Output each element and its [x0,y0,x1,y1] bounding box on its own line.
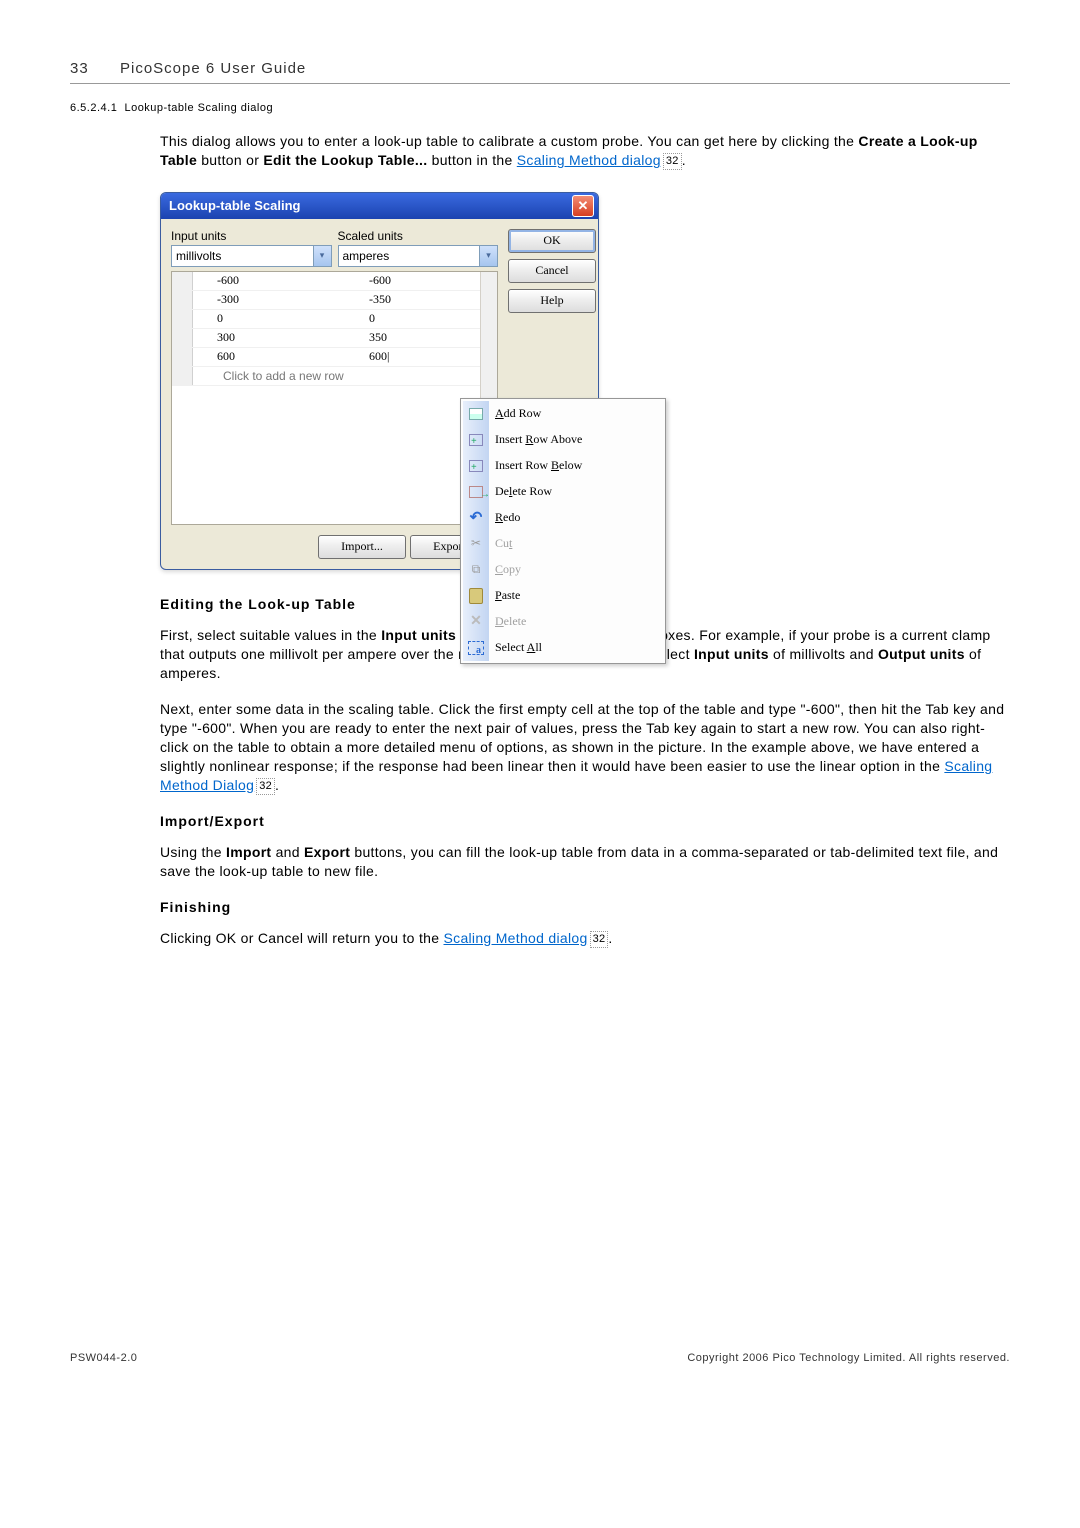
add-row-icon [468,406,484,422]
text-bold: Input units [381,627,456,643]
menu-delete-row[interactable]: Delete Row [463,479,663,505]
dialog-screenshot: Lookup-table Scaling ✕ Input units milli… [160,192,660,570]
heading-import-export: Import/Export [160,813,1010,829]
text: . [275,777,279,793]
text: Using the [160,844,226,860]
menu-cut: ✂Cut [463,531,663,557]
editing-paragraph-2: Next, enter some data in the scaling tab… [160,700,1010,794]
text: . [608,930,612,946]
page-footer: PSW044-2.0 Copyright 2006 Pico Technolog… [70,1352,1010,1364]
page-ref: 32 [256,778,275,795]
add-row-hint: Click to add a new row [193,367,344,385]
cell-in[interactable]: 0 [193,311,345,326]
text: This dialog allows you to enter a look-u… [160,133,858,149]
cell-in[interactable]: -600 [193,273,345,288]
cell-out[interactable]: -600 [345,273,497,288]
text: . [682,152,686,168]
page-ref: 32 [590,931,609,948]
cell-in[interactable]: 600 [193,349,345,364]
intro-paragraph: This dialog allows you to enter a look-u… [160,132,1010,170]
menu-insert-row-above[interactable]: Insert Row Above [463,427,663,453]
delete-row-icon [468,484,484,500]
scaling-method-link-3[interactable]: Scaling Method dialog [444,930,588,946]
menu-insert-row-below[interactable]: Insert Row Below [463,453,663,479]
finishing-paragraph: Clicking OK or Cancel will return you to… [160,929,1010,948]
select-all-icon [468,640,484,656]
table-row-add[interactable]: Click to add a new row [172,367,497,386]
text: button in the [427,152,516,168]
text-bold: Input units [694,646,769,662]
text-bold: Export [304,844,350,860]
menu-copy: ⧉Copy [463,557,663,583]
cancel-button[interactable]: Cancel [508,259,596,283]
dialog-title: Lookup-table Scaling [169,198,300,213]
text: Next, enter some data in the scaling tab… [160,701,1004,774]
page-header: 33 PicoScope 6 User Guide [70,60,1010,84]
text: and [271,844,304,860]
menu-select-all[interactable]: Select All [463,635,663,661]
section-number: 6.5.2.4.1 Lookup-table Scaling dialog [70,102,1010,114]
menu-add-row[interactable]: Add Row [463,401,663,427]
footer-right: Copyright 2006 Pico Technology Limited. … [687,1352,1010,1364]
text: of millivolts and [769,646,878,662]
ok-button[interactable]: OK [508,229,596,253]
input-units-combo[interactable]: millivolts ▾ [171,245,332,267]
text: Clicking OK or Cancel will return you to… [160,930,444,946]
text-bold: Edit the Lookup Table... [263,152,427,168]
close-icon[interactable]: ✕ [572,195,594,217]
context-menu: Add Row Insert Row Above Insert Row Belo… [460,398,666,664]
table-row[interactable]: -300-350 [172,291,497,310]
menu-delete: ✕Delete [463,609,663,635]
scaled-units-value: amperes [339,249,480,263]
text-bold: Import [226,844,271,860]
text-bold: Output units [878,646,965,662]
import-button[interactable]: Import... [318,535,406,559]
scaled-units-label: Scaled units [338,229,499,243]
input-units-value: millivolts [172,249,313,263]
chevron-down-icon: ▾ [479,246,497,266]
cell-out[interactable]: 350 [345,330,497,345]
guide-title: PicoScope 6 User Guide [120,60,306,77]
import-paragraph: Using the Import and Export buttons, you… [160,843,1010,881]
cell-out[interactable]: 0 [345,311,497,326]
help-button[interactable]: Help [508,289,596,313]
dialog-titlebar: Lookup-table Scaling ✕ [161,193,598,219]
table-row[interactable]: 600600| [172,348,497,367]
section-num-text: 6.5.2.4.1 [70,102,117,114]
redo-icon: ↶ [468,510,484,526]
cell-out[interactable]: 600| [345,349,497,364]
cut-icon: ✂ [468,536,484,552]
menu-paste[interactable]: Paste [463,583,663,609]
copy-icon: ⧉ [468,562,484,578]
insert-above-icon [468,432,484,448]
lookup-table-grid[interactable]: -600-600 -300-350 00 300350 600600| Clic… [171,271,498,525]
insert-below-icon [468,458,484,474]
scaling-method-link[interactable]: Scaling Method dialog [517,152,661,168]
scaled-units-combo[interactable]: amperes ▾ [338,245,499,267]
table-row[interactable]: 300350 [172,329,497,348]
cell-in[interactable]: 300 [193,330,345,345]
paste-icon [468,588,484,604]
table-row[interactable]: -600-600 [172,272,497,291]
delete-icon: ✕ [468,614,484,630]
footer-left: PSW044-2.0 [70,1352,137,1364]
text: button or [197,152,263,168]
chevron-down-icon: ▾ [313,246,331,266]
page-ref: 32 [663,153,682,170]
input-units-label: Input units [171,229,332,243]
table-row[interactable]: 00 [172,310,497,329]
page-number: 33 [70,60,120,77]
heading-finishing: Finishing [160,899,1010,915]
menu-redo[interactable]: ↶Redo [463,505,663,531]
text: First, select suitable values in the [160,627,381,643]
cell-out[interactable]: -350 [345,292,497,307]
section-heading: Lookup-table Scaling dialog [124,102,273,114]
cell-in[interactable]: -300 [193,292,345,307]
